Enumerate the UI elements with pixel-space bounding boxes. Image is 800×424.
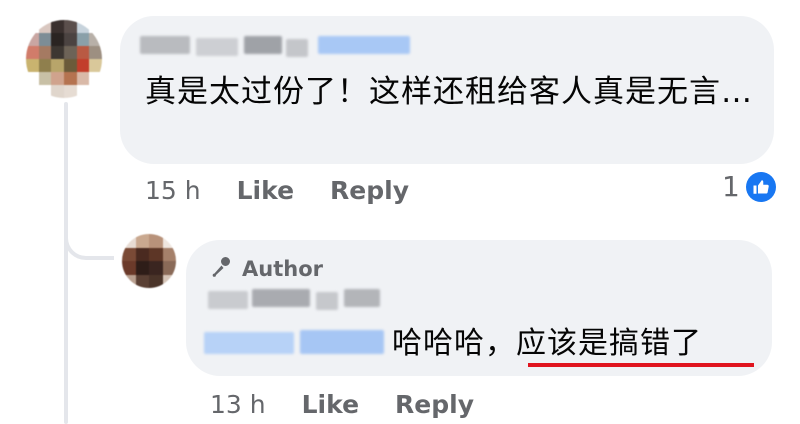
reply-text-prefix: 哈哈哈， xyxy=(392,326,516,361)
reaction-count: 1 xyxy=(722,170,740,203)
author-badge-label: Author xyxy=(242,257,323,281)
comment-like-button[interactable]: Like xyxy=(237,176,294,205)
comment-text: 真是太过份了！这样还租给客人真是无言… xyxy=(145,74,753,110)
reply-text-highlight: 应该是搞错了 xyxy=(516,326,702,361)
author-avatar[interactable] xyxy=(122,234,176,288)
comment-actions: 15 h Like Reply xyxy=(145,176,409,205)
reply-connector xyxy=(64,218,114,260)
reply-reply-button[interactable]: Reply xyxy=(395,390,474,419)
thread-line xyxy=(64,102,68,424)
microphone-icon xyxy=(210,255,234,284)
thumbs-up-icon xyxy=(745,171,776,202)
reply-like-button[interactable]: Like xyxy=(302,390,359,419)
reply-text: 哈哈哈，应该是搞错了 xyxy=(392,324,702,364)
comment-timestamp[interactable]: 15 h xyxy=(145,176,201,205)
reply-timestamp[interactable]: 13 h xyxy=(210,390,266,419)
author-badge: Author xyxy=(210,255,323,283)
reaction-summary[interactable]: 1 xyxy=(722,170,776,203)
red-underline xyxy=(528,363,754,367)
comment-reply-button[interactable]: Reply xyxy=(330,176,409,205)
reply-actions: 13 h Like Reply xyxy=(210,390,474,419)
commenter-avatar[interactable] xyxy=(26,20,102,98)
